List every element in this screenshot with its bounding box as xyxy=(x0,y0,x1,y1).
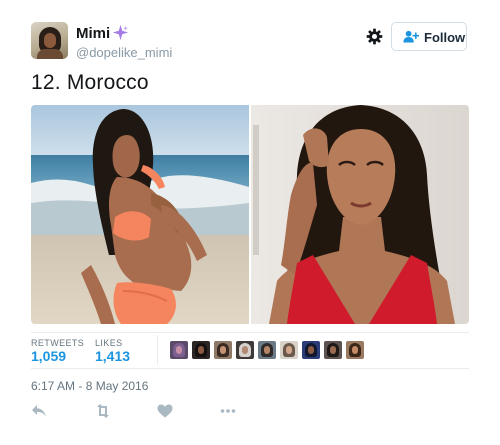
tweet-text: 12. Morocco xyxy=(31,71,149,94)
avatar[interactable] xyxy=(31,22,68,59)
avatar-face xyxy=(44,33,56,48)
likes-count[interactable]: 1,413 xyxy=(95,348,130,364)
stats-top-divider xyxy=(31,332,469,333)
liker-avatar[interactable] xyxy=(258,341,276,359)
liker-avatar[interactable] xyxy=(214,341,232,359)
tweet-card: Mimi @dopelike_mimi Follow 12. Morocco R… xyxy=(0,0,500,445)
photo-beach[interactable] xyxy=(31,105,249,324)
liker-avatar[interactable] xyxy=(170,341,188,359)
retweets-count[interactable]: 1,059 xyxy=(31,348,66,364)
sparkle-icon xyxy=(112,24,129,41)
stats-separator xyxy=(157,335,158,365)
liker-avatar[interactable] xyxy=(302,341,320,359)
retweets-label: RETWEETS xyxy=(31,338,85,348)
add-user-icon xyxy=(403,30,419,43)
like-icon[interactable] xyxy=(157,404,173,418)
liker-avatar[interactable] xyxy=(236,341,254,359)
gear-icon[interactable] xyxy=(366,28,383,45)
more-icon[interactable] xyxy=(220,404,236,418)
media-grid xyxy=(31,105,469,324)
follow-label: Follow xyxy=(424,30,466,45)
retweet-icon[interactable] xyxy=(94,404,112,418)
avatar-body xyxy=(37,49,63,59)
display-name[interactable]: Mimi xyxy=(76,25,110,42)
tweet-timestamp[interactable]: 6:17 AM - 8 May 2016 xyxy=(31,379,148,393)
liker-avatar[interactable] xyxy=(192,341,210,359)
liker-avatar[interactable] xyxy=(280,341,298,359)
liker-avatar[interactable] xyxy=(346,341,364,359)
follow-button[interactable]: Follow xyxy=(391,22,467,51)
reply-icon[interactable] xyxy=(31,404,47,418)
photo-red-dress[interactable] xyxy=(251,105,469,324)
stats-bottom-divider xyxy=(31,368,469,369)
user-handle[interactable]: @dopelike_mimi xyxy=(76,45,172,60)
likes-label: LIKES xyxy=(95,338,123,348)
liker-avatar[interactable] xyxy=(324,341,342,359)
